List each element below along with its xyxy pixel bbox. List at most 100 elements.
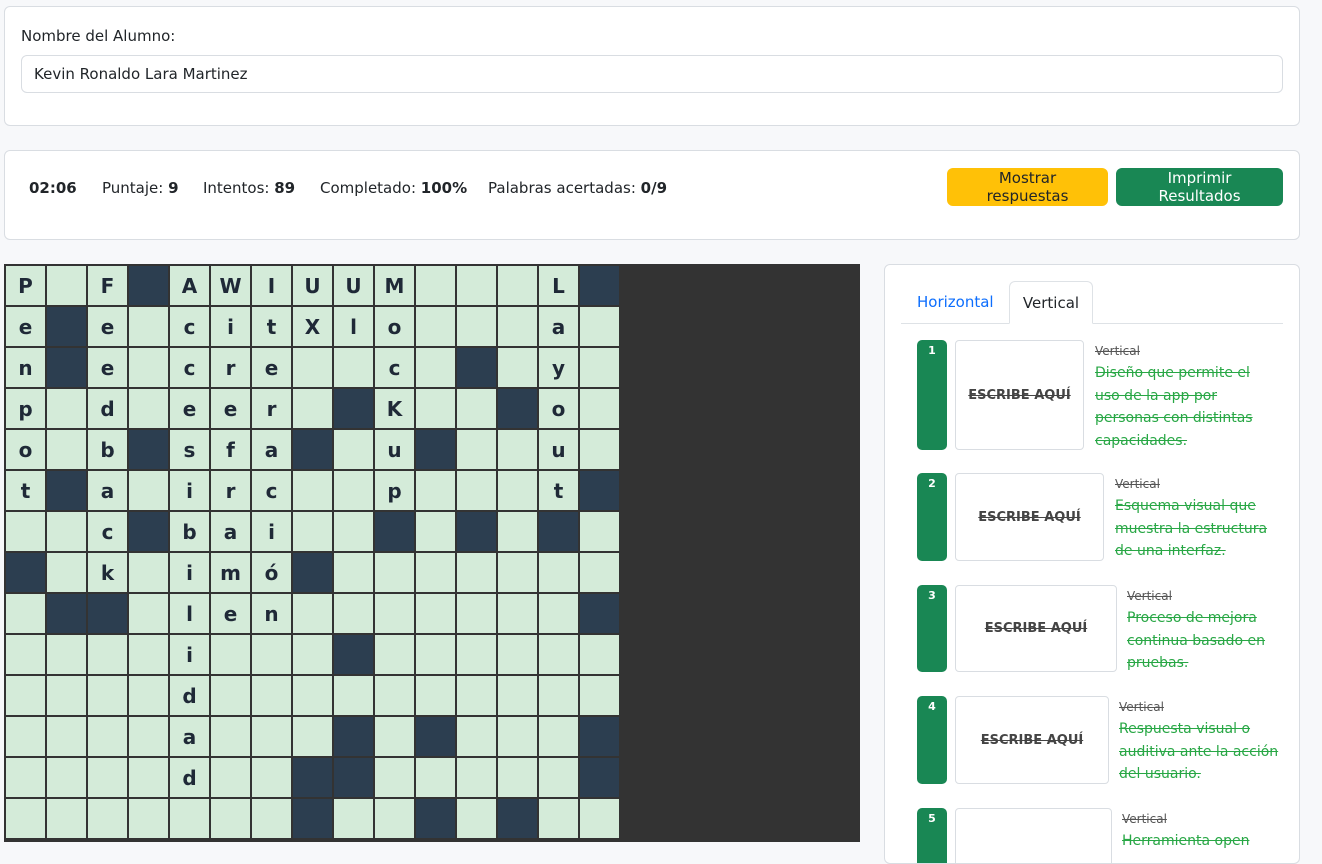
crossword-cell[interactable] <box>538 634 579 675</box>
crossword-cell[interactable]: U <box>333 265 374 306</box>
tab-horizontal[interactable]: Horizontal <box>901 281 1010 323</box>
crossword-cell[interactable] <box>456 552 497 593</box>
crossword-cell[interactable] <box>169 798 210 839</box>
crossword-cell[interactable] <box>497 306 538 347</box>
crossword-cell[interactable] <box>456 634 497 675</box>
crossword-cell[interactable]: I <box>251 265 292 306</box>
crossword-cell[interactable]: c <box>87 511 128 552</box>
crossword-cell[interactable] <box>333 675 374 716</box>
crossword-cell[interactable] <box>46 757 87 798</box>
crossword-cell[interactable]: i <box>169 470 210 511</box>
crossword-cell[interactable] <box>497 429 538 470</box>
crossword-cell[interactable]: o <box>538 388 579 429</box>
crossword-cell[interactable]: a <box>210 511 251 552</box>
crossword-cell[interactable]: e <box>251 347 292 388</box>
crossword-cell[interactable]: b <box>87 429 128 470</box>
crossword-cell[interactable]: s <box>169 429 210 470</box>
show-answers-button[interactable]: Mostrar respuestas <box>947 168 1108 206</box>
crossword-cell[interactable]: u <box>374 429 415 470</box>
crossword-cell[interactable] <box>292 675 333 716</box>
crossword-cell[interactable] <box>497 511 538 552</box>
crossword-cell[interactable]: l <box>333 306 374 347</box>
clue-answer-input[interactable]: ESCRIBE AQUÍ <box>955 340 1084 450</box>
crossword-cell[interactable] <box>374 716 415 757</box>
crossword-cell[interactable] <box>46 429 87 470</box>
crossword-cell[interactable] <box>292 470 333 511</box>
crossword-cell[interactable]: A <box>169 265 210 306</box>
crossword-cell[interactable]: d <box>169 757 210 798</box>
crossword-cell[interactable] <box>415 593 456 634</box>
crossword-cell[interactable]: r <box>210 470 251 511</box>
crossword-cell[interactable] <box>456 757 497 798</box>
student-name-input[interactable] <box>21 55 1283 93</box>
crossword-cell[interactable]: y <box>538 347 579 388</box>
crossword-cell[interactable] <box>538 593 579 634</box>
clue-answer-input[interactable]: ESCRIBE AQUÍ <box>955 696 1109 784</box>
crossword-cell[interactable] <box>415 675 456 716</box>
crossword-cell[interactable] <box>210 757 251 798</box>
crossword-cell[interactable] <box>415 552 456 593</box>
crossword-cell[interactable] <box>415 388 456 429</box>
crossword-cell[interactable] <box>415 306 456 347</box>
crossword-cell[interactable]: a <box>251 429 292 470</box>
crossword-cell[interactable] <box>292 716 333 757</box>
crossword-cell[interactable] <box>46 634 87 675</box>
crossword-cell[interactable]: p <box>5 388 46 429</box>
crossword-cell[interactable] <box>415 757 456 798</box>
crossword-cell[interactable]: c <box>169 306 210 347</box>
crossword-cell[interactable]: X <box>292 306 333 347</box>
crossword-cell[interactable] <box>87 634 128 675</box>
crossword-cell[interactable] <box>292 511 333 552</box>
crossword-cell[interactable] <box>456 675 497 716</box>
crossword-cell[interactable] <box>579 634 620 675</box>
crossword-cell[interactable] <box>128 347 169 388</box>
crossword-cell[interactable] <box>46 798 87 839</box>
crossword-cell[interactable] <box>333 798 374 839</box>
crossword-cell[interactable]: e <box>5 306 46 347</box>
crossword-cell[interactable] <box>538 675 579 716</box>
crossword-cell[interactable] <box>87 716 128 757</box>
crossword-cell[interactable] <box>210 716 251 757</box>
crossword-cell[interactable] <box>46 388 87 429</box>
crossword-cell[interactable] <box>210 798 251 839</box>
crossword-cell[interactable] <box>292 634 333 675</box>
crossword-cell[interactable] <box>497 757 538 798</box>
crossword-cell[interactable] <box>374 634 415 675</box>
crossword-cell[interactable]: F <box>87 265 128 306</box>
crossword-cell[interactable]: p <box>374 470 415 511</box>
crossword-cell[interactable] <box>579 347 620 388</box>
crossword-cell[interactable] <box>251 716 292 757</box>
crossword-cell[interactable]: c <box>169 347 210 388</box>
crossword-cell[interactable]: P <box>5 265 46 306</box>
crossword-cell[interactable] <box>46 511 87 552</box>
crossword-cell[interactable] <box>579 552 620 593</box>
crossword-cell[interactable]: r <box>251 388 292 429</box>
crossword-cell[interactable] <box>87 798 128 839</box>
crossword-cell[interactable]: l <box>169 593 210 634</box>
crossword-cell[interactable]: b <box>169 511 210 552</box>
crossword-cell[interactable] <box>333 347 374 388</box>
crossword-cell[interactable]: r <box>210 347 251 388</box>
print-results-button[interactable]: Imprimir Resultados <box>1116 168 1283 206</box>
crossword-cell[interactable] <box>5 511 46 552</box>
crossword-cell[interactable] <box>46 675 87 716</box>
crossword-cell[interactable]: W <box>210 265 251 306</box>
crossword-cell[interactable] <box>374 675 415 716</box>
crossword-cell[interactable] <box>5 675 46 716</box>
crossword-cell[interactable] <box>128 757 169 798</box>
crossword-cell[interactable] <box>46 552 87 593</box>
crossword-cell[interactable]: f <box>210 429 251 470</box>
crossword-cell[interactable] <box>579 511 620 552</box>
crossword-cell[interactable]: d <box>169 675 210 716</box>
crossword-cell[interactable] <box>538 798 579 839</box>
crossword-cell[interactable] <box>456 306 497 347</box>
crossword-cell[interactable]: i <box>169 552 210 593</box>
crossword-cell[interactable] <box>5 716 46 757</box>
crossword-cell[interactable] <box>333 593 374 634</box>
crossword-cell[interactable] <box>497 347 538 388</box>
crossword-cell[interactable]: a <box>538 306 579 347</box>
crossword-cell[interactable] <box>497 593 538 634</box>
crossword-cell[interactable]: c <box>251 470 292 511</box>
crossword-cell[interactable] <box>251 798 292 839</box>
crossword-cell[interactable] <box>128 716 169 757</box>
